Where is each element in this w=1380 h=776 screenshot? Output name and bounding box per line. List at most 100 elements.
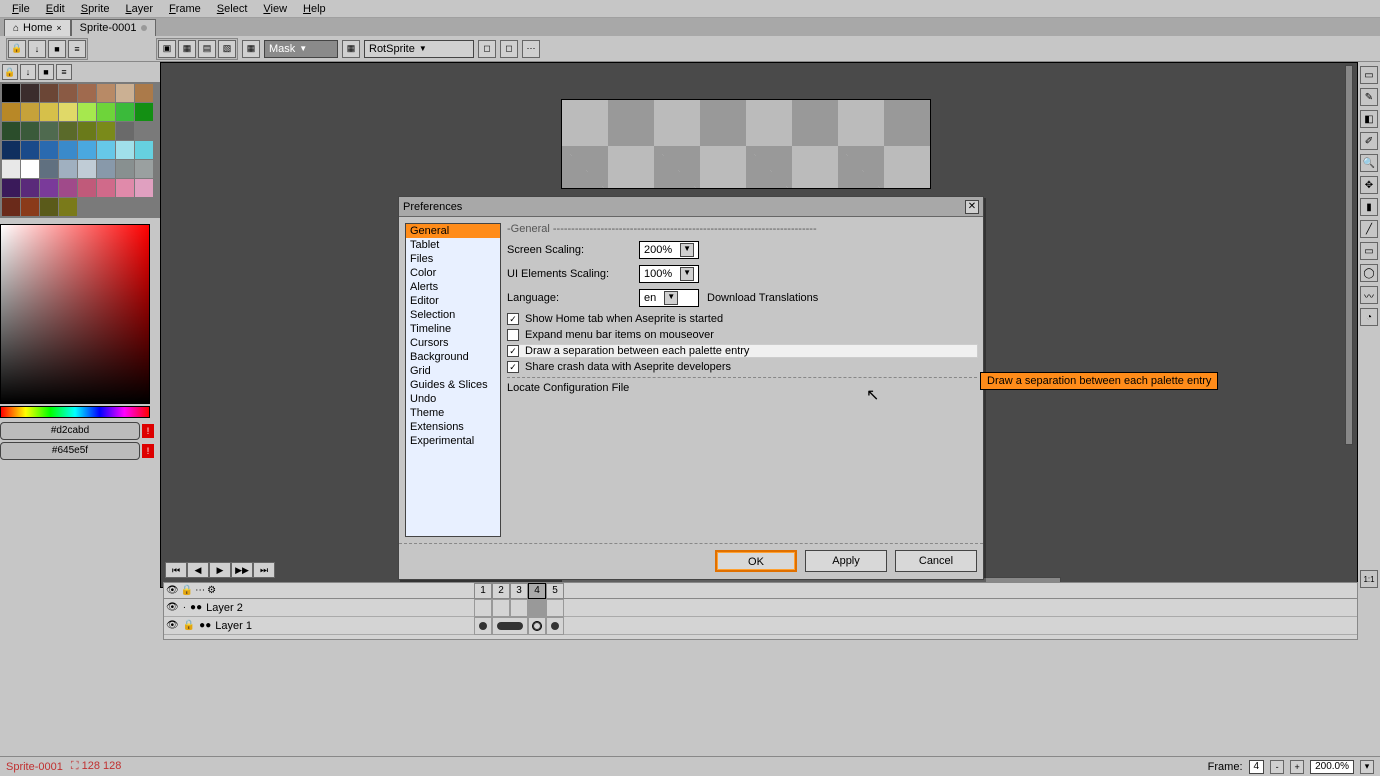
palette-swatch[interactable] bbox=[40, 103, 58, 121]
eyedropper-tool[interactable]: ✐ bbox=[1360, 132, 1378, 150]
pref-category-selection[interactable]: Selection bbox=[406, 308, 500, 322]
palette-swatch[interactable] bbox=[2, 198, 20, 216]
screen-scaling-dropdown[interactable]: 200% ▼ bbox=[639, 241, 699, 259]
lock-alpha-button[interactable]: 🔒 bbox=[8, 40, 26, 58]
pal-down-button[interactable]: ↓ bbox=[20, 64, 36, 80]
aspect-button[interactable]: 1:1 bbox=[1360, 570, 1378, 588]
pref-category-cursors[interactable]: Cursors bbox=[406, 336, 500, 350]
frame-dec-button[interactable]: - bbox=[1270, 760, 1284, 774]
checkbox-home-tab-label[interactable]: Show Home tab when Aseprite is started bbox=[525, 313, 723, 325]
checkbox-palette-separation[interactable] bbox=[507, 345, 519, 357]
contour-tool[interactable]: 〰 bbox=[1360, 286, 1378, 304]
pal-square-button[interactable]: ■ bbox=[38, 64, 54, 80]
palette-swatch[interactable] bbox=[135, 84, 153, 102]
palette-swatch[interactable] bbox=[21, 141, 39, 159]
first-frame-button[interactable]: ⏮ bbox=[165, 562, 187, 578]
frame-input[interactable]: 4 bbox=[1249, 760, 1265, 774]
palette-swatch[interactable] bbox=[21, 84, 39, 102]
tab-home[interactable]: ⌂ Home × bbox=[4, 19, 71, 36]
palette-swatch[interactable] bbox=[116, 103, 134, 121]
sel-replace-button[interactable]: ▣ bbox=[158, 40, 176, 58]
cel[interactable] bbox=[546, 617, 564, 635]
grid-button[interactable]: ▦ bbox=[342, 40, 360, 58]
palette-swatch[interactable] bbox=[116, 122, 134, 140]
frame-header[interactable]: 4 bbox=[528, 583, 546, 599]
opt1-button[interactable]: ◻ bbox=[478, 40, 496, 58]
menu-view[interactable]: View bbox=[255, 1, 295, 17]
palette-swatch[interactable] bbox=[97, 141, 115, 159]
checkbox-palette-separation-label[interactable]: Draw a separation between each palette e… bbox=[525, 345, 749, 357]
apply-button[interactable]: Apply bbox=[805, 550, 887, 572]
cancel-button[interactable]: Cancel bbox=[895, 550, 977, 572]
palette-swatch[interactable] bbox=[78, 103, 96, 121]
dialog-titlebar[interactable]: Preferences ✕ bbox=[399, 197, 983, 217]
pref-category-experimental[interactable]: Experimental bbox=[406, 434, 500, 448]
next-frame-button[interactable]: ▶▶ bbox=[231, 562, 253, 578]
checkbox-home-tab[interactable] bbox=[507, 313, 519, 325]
palette-swatch[interactable] bbox=[2, 84, 20, 102]
cel[interactable] bbox=[510, 599, 528, 617]
pref-category-guides-slices[interactable]: Guides & Slices bbox=[406, 378, 500, 392]
eye-icon[interactable]: 👁 bbox=[166, 602, 179, 613]
pref-category-editor[interactable]: Editor bbox=[406, 294, 500, 308]
down-arrow-button[interactable]: ↓ bbox=[28, 40, 46, 58]
bg-warning-icon[interactable]: ! bbox=[142, 444, 154, 458]
move-tool[interactable]: ✥ bbox=[1360, 176, 1378, 194]
palette-swatch[interactable] bbox=[2, 141, 20, 159]
zoom-tool[interactable]: 🔍 bbox=[1360, 154, 1378, 172]
eye-icon[interactable]: 👁 bbox=[166, 585, 179, 596]
sprite-canvas[interactable] bbox=[561, 99, 931, 189]
pref-category-background[interactable]: Background bbox=[406, 350, 500, 364]
palette-swatch[interactable] bbox=[2, 179, 20, 197]
pref-category-color[interactable]: Color bbox=[406, 266, 500, 280]
opt2-button[interactable]: ◻ bbox=[500, 40, 518, 58]
pref-category-files[interactable]: Files bbox=[406, 252, 500, 266]
rotation-dropdown[interactable]: RotSprite ▼ bbox=[364, 40, 474, 58]
zoom-menu-button[interactable]: ▾ bbox=[1360, 760, 1374, 774]
palette-swatch[interactable] bbox=[21, 198, 39, 216]
pref-category-alerts[interactable]: Alerts bbox=[406, 280, 500, 294]
more-button[interactable]: ⋯ bbox=[522, 40, 540, 58]
palette-swatch[interactable] bbox=[78, 141, 96, 159]
palette-swatch[interactable] bbox=[135, 103, 153, 121]
eye-icon[interactable]: 👁 bbox=[166, 620, 179, 631]
locate-config-link[interactable]: Locate Configuration File bbox=[507, 382, 629, 394]
palette-swatch[interactable] bbox=[97, 122, 115, 140]
sel-intersect-button[interactable]: ▧ bbox=[218, 40, 236, 58]
vertical-scrollbar[interactable] bbox=[1345, 63, 1355, 587]
close-dialog-button[interactable]: ✕ bbox=[965, 200, 979, 214]
marquee-tool[interactable]: ▭ bbox=[1360, 66, 1378, 84]
frame-header[interactable]: 5 bbox=[546, 583, 564, 599]
palette-swatch[interactable] bbox=[78, 160, 96, 178]
palette-swatch[interactable] bbox=[116, 198, 134, 216]
cel[interactable] bbox=[492, 617, 528, 635]
ui-scaling-dropdown[interactable]: 100% ▼ bbox=[639, 265, 699, 283]
color-picker[interactable] bbox=[0, 224, 150, 404]
pal-lock-button[interactable]: 🔒 bbox=[2, 64, 18, 80]
line-tool[interactable]: ╱ bbox=[1360, 220, 1378, 238]
sel-add-button[interactable]: ▦ bbox=[178, 40, 196, 58]
blur-tool[interactable]: ◔ bbox=[1360, 308, 1378, 326]
ellipse-tool[interactable]: ◯ bbox=[1360, 264, 1378, 282]
palette-swatch[interactable] bbox=[135, 160, 153, 178]
palette-swatch[interactable] bbox=[135, 179, 153, 197]
cel[interactable] bbox=[492, 599, 510, 617]
palette-swatch[interactable] bbox=[135, 141, 153, 159]
frame-header[interactable]: 3 bbox=[510, 583, 528, 599]
palette-swatch[interactable] bbox=[59, 84, 77, 102]
checkbox-expand-menu-label[interactable]: Expand menu bar items on mouseover bbox=[525, 329, 714, 341]
cel[interactable] bbox=[474, 599, 492, 617]
square-button[interactable]: ■ bbox=[48, 40, 66, 58]
palette-swatch[interactable] bbox=[21, 103, 39, 121]
eraser-tool[interactable]: ◧ bbox=[1360, 110, 1378, 128]
pal-menu-button[interactable]: ≡ bbox=[56, 64, 72, 80]
last-frame-button[interactable]: ⏭ bbox=[253, 562, 275, 578]
menu-select[interactable]: Select bbox=[209, 1, 256, 17]
palette-swatch[interactable] bbox=[40, 141, 58, 159]
rect-tool[interactable]: ▭ bbox=[1360, 242, 1378, 260]
layer-2-label[interactable]: Layer 2 bbox=[206, 602, 243, 614]
palette-swatch[interactable] bbox=[97, 179, 115, 197]
palette-swatch[interactable] bbox=[59, 122, 77, 140]
pref-category-extensions[interactable]: Extensions bbox=[406, 420, 500, 434]
frame-header[interactable]: 1 bbox=[474, 583, 492, 599]
